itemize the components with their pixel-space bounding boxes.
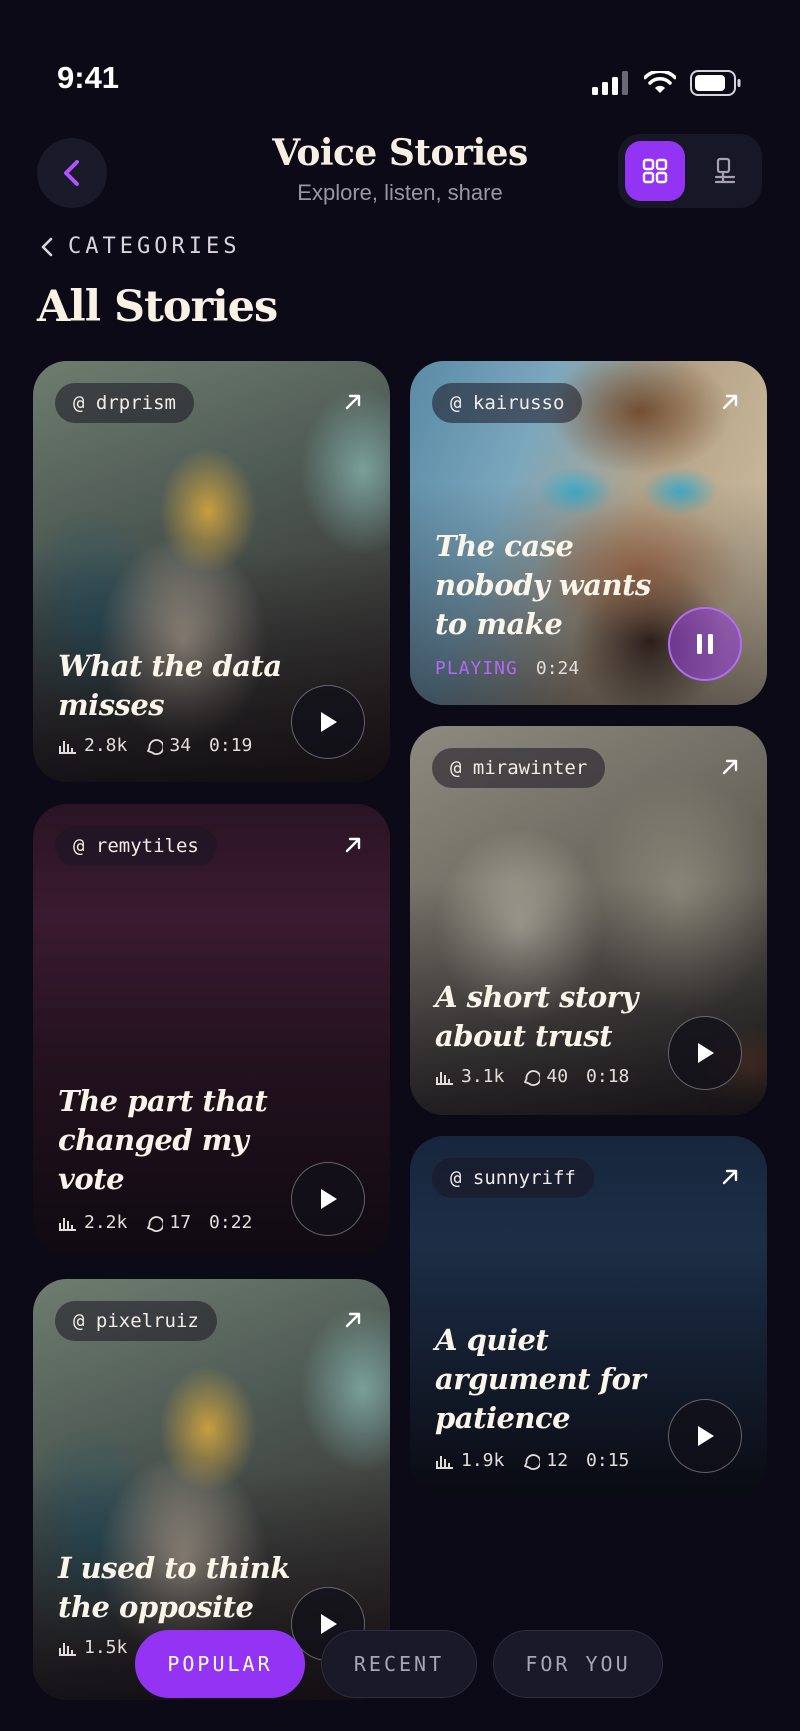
play-icon: [698, 1043, 714, 1063]
status-icons: [592, 70, 742, 96]
open-arrow-icon[interactable]: [719, 756, 741, 778]
play-icon: [321, 712, 337, 732]
story-card[interactable]: @ mirawinter A short story about trust 3.…: [410, 726, 767, 1115]
comment-icon: [147, 738, 164, 755]
duration: 0:18: [586, 1066, 630, 1087]
story-title: A short story about trust: [435, 980, 638, 1053]
play-button[interactable]: [291, 685, 365, 759]
story-title: What the data misses: [58, 649, 282, 722]
story-card[interactable]: @ sunnyriff A quiet argument for patience …: [410, 1136, 767, 1495]
pause-icon: [697, 634, 713, 654]
grid-view-button[interactable]: [625, 141, 685, 201]
feed-view-icon: [714, 157, 736, 184]
story-title: I used to think the opposite: [58, 1551, 290, 1624]
plays-icon: [59, 1642, 76, 1656]
comment-count: 34: [169, 735, 192, 756]
comment-count: 17: [169, 1212, 192, 1233]
story-card[interactable]: @ remytiles The part that changed my vote …: [33, 804, 390, 1257]
duration: 0:22: [209, 1212, 253, 1233]
comment-count: 40: [546, 1066, 569, 1087]
feed-view-button[interactable]: [695, 141, 755, 201]
grid-icon: [642, 158, 668, 184]
story-card[interactable]: @ drprism What the data misses 2.8k 34 0:…: [33, 361, 390, 782]
play-button[interactable]: [668, 1016, 742, 1090]
story-meta: 1.9k 12 0:15: [435, 1450, 629, 1471]
story-title: The part that changed my vote: [58, 1084, 268, 1196]
open-arrow-icon[interactable]: [719, 391, 741, 413]
header: Voice Stories Explore, listen, share: [0, 130, 800, 210]
open-arrow-icon[interactable]: [342, 834, 364, 856]
author-handle[interactable]: @ pixelruiz: [55, 1301, 217, 1341]
play-icon: [321, 1189, 337, 1209]
story-card[interactable]: @ kairusso The case nobody wants to make P…: [410, 361, 767, 705]
comment-icon: [524, 1069, 541, 1086]
story-title: A quiet argument for patience: [435, 1323, 646, 1435]
story-meta: 2.8k 34 0:19: [58, 735, 252, 756]
status-time: 9:41: [57, 60, 120, 95]
view-toggle: [618, 134, 762, 208]
author-handle[interactable]: @ sunnyriff: [432, 1158, 594, 1198]
categories-label: CATEGORIES: [68, 234, 241, 259]
author-handle[interactable]: @ drprism: [55, 383, 194, 423]
open-arrow-icon[interactable]: [342, 391, 364, 413]
play-button[interactable]: [291, 1162, 365, 1236]
tab-recent[interactable]: RECENT: [321, 1630, 477, 1698]
story-meta: 1.5k: [58, 1637, 127, 1658]
plays-count: 1.9k: [461, 1450, 505, 1471]
playing-status: PLAYING: [435, 658, 518, 679]
signal-icon: [592, 71, 628, 95]
filter-tabs: POPULAR RECENT FOR YOU: [135, 1630, 663, 1698]
open-arrow-icon[interactable]: [342, 1309, 364, 1331]
tab-popular[interactable]: POPULAR: [135, 1630, 305, 1698]
story-meta: 2.2k 17 0:22: [58, 1212, 252, 1233]
tab-for-you[interactable]: FOR YOU: [493, 1630, 663, 1698]
story-meta: 3.1k 40 0:18: [435, 1066, 629, 1087]
section-title: All Stories: [37, 282, 278, 332]
play-button[interactable]: [668, 1399, 742, 1473]
duration: 0:19: [209, 735, 253, 756]
plays-icon: [59, 740, 76, 754]
plays-icon: [436, 1455, 453, 1469]
comment-count: 12: [546, 1450, 569, 1471]
chevron-left-icon: [41, 237, 53, 256]
plays-count: 3.1k: [461, 1066, 505, 1087]
comment-icon: [524, 1453, 541, 1470]
author-handle[interactable]: @ remytiles: [55, 826, 217, 866]
plays-icon: [436, 1071, 453, 1085]
story-title: The case nobody wants to make: [435, 529, 651, 641]
status-bar: 9:41: [0, 0, 800, 110]
plays-count: 1.5k: [84, 1637, 128, 1658]
open-arrow-icon[interactable]: [719, 1166, 741, 1188]
plays-count: 2.2k: [84, 1212, 128, 1233]
play-icon: [698, 1426, 714, 1446]
plays-icon: [59, 1217, 76, 1231]
battery-icon: [690, 70, 741, 96]
duration: 0:15: [586, 1450, 630, 1471]
author-handle[interactable]: @ kairusso: [432, 383, 583, 423]
categories-link[interactable]: CATEGORIES: [40, 234, 240, 259]
author-handle[interactable]: @ mirawinter: [432, 748, 606, 788]
wifi-icon: [644, 71, 676, 93]
comment-icon: [147, 1215, 164, 1232]
story-meta: PLAYING 0:24: [435, 658, 579, 679]
duration: 0:24: [535, 658, 580, 679]
plays-count: 2.8k: [84, 735, 128, 756]
pause-button[interactable]: [668, 607, 742, 681]
